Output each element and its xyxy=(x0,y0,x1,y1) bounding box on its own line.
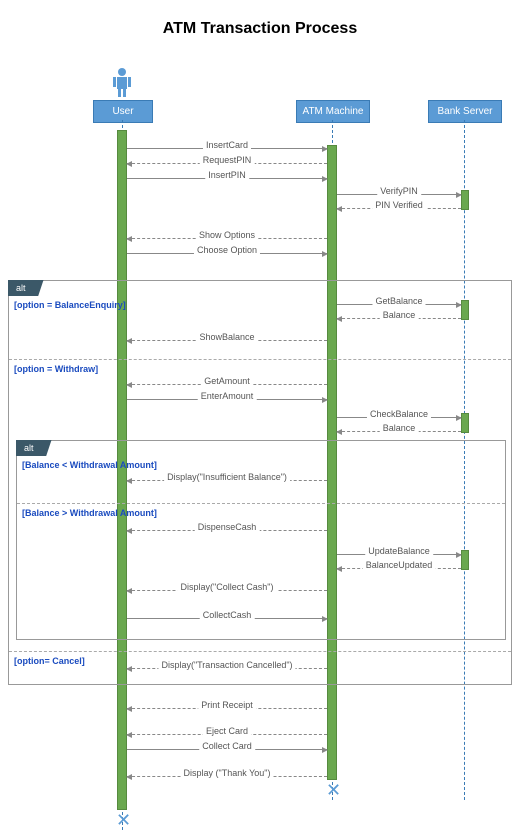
msg-balance1: Balance xyxy=(380,310,419,320)
msg-chooseoption: Choose Option xyxy=(194,245,260,255)
msg-balance2: Balance xyxy=(380,423,419,433)
msg-dispensecash: DispenseCash xyxy=(195,522,260,532)
alt-frame-2-label: alt xyxy=(16,440,52,456)
msg-showbalance: ShowBalance xyxy=(196,332,257,342)
frame-divider xyxy=(9,651,511,652)
msg-updatebalance: UpdateBalance xyxy=(365,546,433,556)
msg-ejectcard: Eject Card xyxy=(203,726,251,736)
activation-bank-1 xyxy=(461,190,469,210)
guard-2: [option = Withdraw] xyxy=(14,364,98,374)
msg-insufficient: Display("Insufficient Balance") xyxy=(164,472,290,482)
alt-frame-2: alt xyxy=(16,440,506,640)
participant-bank: Bank Server xyxy=(428,100,502,123)
msg-verifypin: VerifyPIN xyxy=(377,186,421,196)
guard-4: [Balance > Withdrawal Amount] xyxy=(22,508,157,518)
user-actor-icon xyxy=(113,67,131,97)
guard-3: [Balance < Withdrawal Amount] xyxy=(22,460,157,470)
msg-collectcash: CollectCash xyxy=(200,610,255,620)
msg-getbalance: GetBalance xyxy=(372,296,425,306)
msg-printreceipt: Print Receipt xyxy=(198,700,256,710)
msg-collectcard: Collect Card xyxy=(199,741,255,751)
msg-thankyou: Display ("Thank You") xyxy=(181,768,274,778)
frame-divider xyxy=(9,359,511,360)
msg-balanceupdated: BalanceUpdated xyxy=(363,560,436,570)
msg-showoptions: Show Options xyxy=(196,230,258,240)
msg-cancelled: Display("Transaction Cancelled") xyxy=(158,660,295,670)
participant-user: User xyxy=(93,100,153,123)
destroy-user: ✕ xyxy=(116,810,131,831)
msg-pinverified: PIN Verified xyxy=(372,200,426,210)
destroy-atm: ✕ xyxy=(326,780,341,801)
msg-insertcard: InsertCard xyxy=(203,140,251,150)
frame-divider xyxy=(17,503,505,504)
alt-frame-1-label: alt xyxy=(8,280,44,296)
msg-collectcashdisp: Display("Collect Cash") xyxy=(178,582,277,592)
msg-enteramount: EnterAmount xyxy=(198,391,257,401)
guard-5: [option= Cancel] xyxy=(14,656,85,666)
participant-atm: ATM Machine xyxy=(296,100,370,123)
msg-getamount: GetAmount xyxy=(201,376,253,386)
guard-1: [option = BalanceEnquiry] xyxy=(14,300,126,310)
msg-requestpin: RequestPIN xyxy=(200,155,255,165)
diagram-title: ATM Transaction Process xyxy=(0,0,520,38)
msg-insertpin: InsertPIN xyxy=(205,170,249,180)
msg-checkbalance: CheckBalance xyxy=(367,409,431,419)
